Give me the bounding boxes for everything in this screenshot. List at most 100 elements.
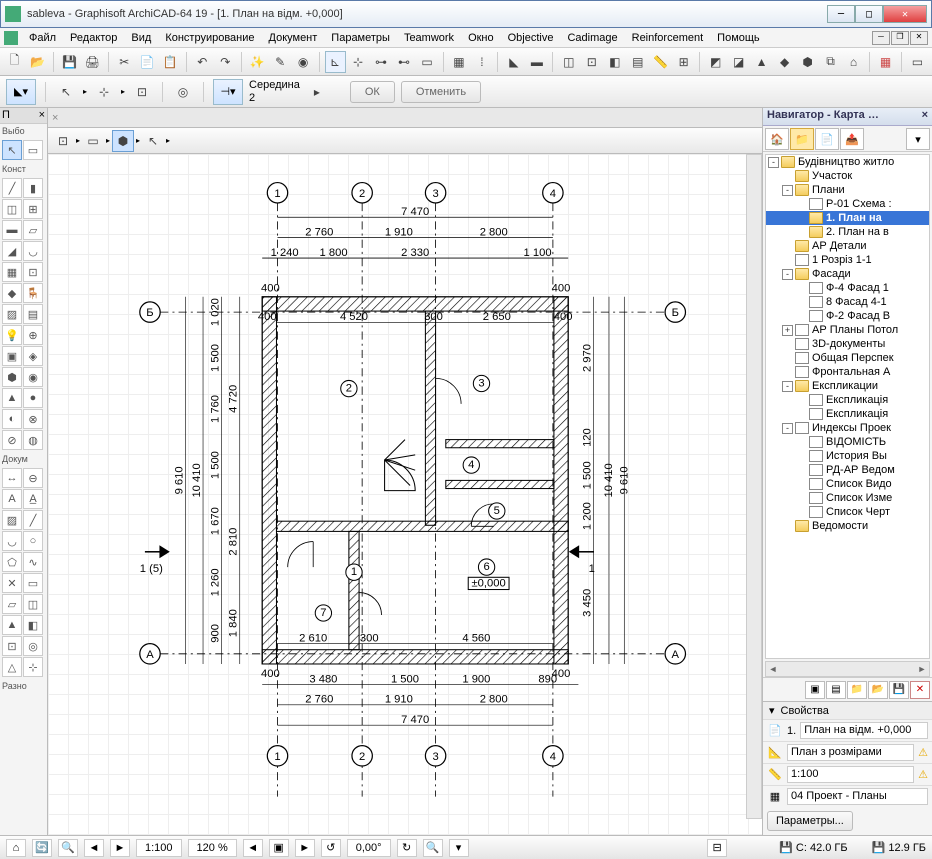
qo-1[interactable]: ⊡ xyxy=(52,130,74,152)
menu-document[interactable]: Документ xyxy=(262,30,325,46)
nav-tab-layout[interactable]: 📄 xyxy=(815,128,839,150)
menu-window[interactable]: Окно xyxy=(461,30,501,46)
pen-button[interactable]: ✎ xyxy=(270,51,291,73)
drawing-canvas[interactable]: 1 2 3 4 7 470 2 760 xyxy=(48,154,762,835)
tree-expander-icon[interactable]: - xyxy=(782,269,793,280)
navigator-tree[interactable]: -Будівництво житлоУчасток-ПланиР-01 Схем… xyxy=(765,154,930,659)
tree-item[interactable]: -Индексы Проек xyxy=(766,421,929,435)
object-tool-icon[interactable]: 🪑 xyxy=(23,283,43,303)
tool-k[interactable]: ⧉ xyxy=(820,51,841,73)
sb-left-icon[interactable]: ◄ xyxy=(243,839,263,857)
nav-action-1[interactable]: ▣ xyxy=(805,681,825,699)
nav-action-newfolder[interactable]: 📁 xyxy=(847,681,867,699)
tree-item[interactable]: Ведомости xyxy=(766,519,929,533)
nav-tab-project[interactable]: 🏠 xyxy=(765,128,789,150)
wall-tool-icon[interactable]: ╱ xyxy=(2,178,22,198)
tool-d[interactable]: ▤ xyxy=(627,51,648,73)
nav-action-5[interactable]: 💾 xyxy=(889,681,909,699)
menu-cadimage[interactable]: Cadimage xyxy=(560,30,624,46)
tool-i[interactable]: ◆ xyxy=(774,51,795,73)
menu-design[interactable]: Конструирование xyxy=(158,30,261,46)
sb-orbit-icon[interactable]: 🔄 xyxy=(32,839,52,857)
tree-item[interactable]: Фронтальная А xyxy=(766,365,929,379)
tree-item[interactable]: Р-01 Схема : xyxy=(766,197,929,211)
tree-item[interactable]: Експликація xyxy=(766,407,929,421)
qo-3[interactable]: ⬢ xyxy=(112,130,134,152)
prop-layers-value[interactable]: План з розмірами xyxy=(787,744,914,761)
menu-edit[interactable]: Редактор xyxy=(63,30,124,46)
menu-options[interactable]: Параметры xyxy=(324,30,397,46)
cw-tool-icon[interactable]: ⊡ xyxy=(23,262,43,282)
save-button[interactable]: 💾 xyxy=(59,51,80,73)
paste-button[interactable]: 📋 xyxy=(160,51,181,73)
prop-penset-value[interactable]: 04 Проект - Планы xyxy=(787,788,928,805)
more5-icon[interactable]: ◉ xyxy=(23,367,43,387)
level-tool-icon[interactable]: ⊖ xyxy=(23,468,43,488)
nav-tab-options[interactable]: ▾ xyxy=(906,128,930,150)
tool-l[interactable]: ⌂ xyxy=(843,51,864,73)
arc-tool-icon[interactable]: ◡ xyxy=(2,531,22,551)
mdi-close[interactable]: ✕ xyxy=(910,31,928,45)
more8-icon[interactable]: ◐ xyxy=(2,409,22,429)
draw-tool-icon[interactable]: ▱ xyxy=(2,594,22,614)
menu-file[interactable]: Файл xyxy=(22,30,63,46)
sb-rot2-icon[interactable]: ↻ xyxy=(397,839,417,857)
tool-c[interactable]: ◧ xyxy=(604,51,625,73)
grid-button[interactable]: ▦ xyxy=(448,51,469,73)
mdi-restore[interactable]: ❐ xyxy=(891,31,909,45)
slab-tool-icon[interactable]: ▱ xyxy=(23,220,43,240)
fig-tool-icon[interactable]: ▭ xyxy=(23,573,43,593)
arrow-tool-icon[interactable]: ↖ xyxy=(2,140,22,160)
wand-button[interactable]: ✨ xyxy=(247,51,268,73)
undo-button[interactable]: ↶ xyxy=(192,51,213,73)
tool-b[interactable]: ⊡ xyxy=(581,51,602,73)
tree-expander-icon[interactable]: - xyxy=(782,381,793,392)
shell-tool-icon[interactable]: ◡ xyxy=(23,241,43,261)
tool-g[interactable]: ◪ xyxy=(728,51,749,73)
tree-item[interactable]: 1. План на xyxy=(766,211,929,225)
more9-icon[interactable]: ⊗ xyxy=(23,409,43,429)
tree-item[interactable]: 1 Розріз 1-1 xyxy=(766,253,929,267)
dim-tool-icon[interactable]: ↔ xyxy=(2,468,22,488)
tool-n[interactable]: ▭ xyxy=(907,51,928,73)
tree-item[interactable]: -Будівництво житло xyxy=(766,155,929,169)
menu-help[interactable]: Помощь xyxy=(710,30,767,46)
tree-expander-icon[interactable]: + xyxy=(782,325,793,336)
menu-objective[interactable]: Objective xyxy=(501,30,561,46)
tree-item[interactable]: -Фасади xyxy=(766,267,929,281)
prop-id-value[interactable]: План на відм. +0,000 xyxy=(800,722,928,739)
menu-reinforcement[interactable]: Reinforcement xyxy=(625,30,711,46)
tree-expander-icon[interactable]: - xyxy=(768,157,779,168)
more10-icon[interactable]: ⊘ xyxy=(2,430,22,450)
label-tool-icon[interactable]: A̲ xyxy=(23,489,43,509)
sb-scale[interactable]: 1:100 xyxy=(136,839,182,857)
text-tool-icon[interactable]: A xyxy=(2,489,22,509)
copy-button[interactable]: 📄 xyxy=(137,51,158,73)
stair-tool-icon[interactable]: ▤ xyxy=(23,304,43,324)
more7-icon[interactable]: ● xyxy=(23,388,43,408)
line-tool-icon[interactable]: ╱ xyxy=(23,510,43,530)
play-button[interactable]: ▸ xyxy=(306,81,328,103)
more2-icon[interactable]: ▣ xyxy=(2,346,22,366)
tool-tri[interactable]: ◣ xyxy=(503,51,524,73)
beam-tool-icon[interactable]: ▬ xyxy=(2,220,22,240)
tree-item[interactable]: РД-АР Ведом xyxy=(766,463,929,477)
target-tool[interactable]: ◎ xyxy=(172,81,194,103)
tree-item[interactable]: Участок xyxy=(766,169,929,183)
tab-close-icon[interactable]: × xyxy=(52,112,58,124)
nav-tab-viewmap[interactable]: 📁 xyxy=(790,128,814,150)
snap1-button[interactable]: ⊾ xyxy=(325,51,346,73)
hotspot-tool-icon[interactable]: ✕ xyxy=(2,573,22,593)
sb-next-icon[interactable]: ► xyxy=(110,839,130,857)
pick-button[interactable]: ◉ xyxy=(293,51,314,73)
tree-item[interactable]: +АР Планы Потол xyxy=(766,323,929,337)
new-button[interactable]: 🗋 xyxy=(4,51,25,73)
roof-tool-icon[interactable]: ◢ xyxy=(2,241,22,261)
tree-item[interactable]: История Вы xyxy=(766,449,929,463)
prop-scale-value[interactable]: 1:100 xyxy=(787,766,914,783)
tree-item[interactable]: 3D-документы xyxy=(766,337,929,351)
snap3-button[interactable]: ⊶ xyxy=(371,51,392,73)
print-button[interactable]: 🖨 xyxy=(82,51,103,73)
tree-item[interactable]: Список Изме xyxy=(766,491,929,505)
tool-e[interactable]: ⊞ xyxy=(673,51,694,73)
